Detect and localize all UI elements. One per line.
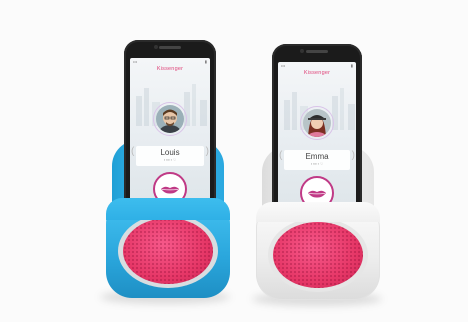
right-contact-card: Emma ▪ ▪▪▪ ▪ ♡ (284, 150, 350, 170)
left-lips-icon (161, 186, 179, 194)
right-base-front-lip (256, 202, 380, 222)
left-phone-screen: ••• ▮ Kissenger ( ) Louis ▪ ▪▪▪ ▪ ♡ (130, 58, 210, 202)
left-speaker-pad (123, 218, 213, 284)
left-contact-name: Louis (160, 148, 180, 157)
product-photo: ••• ▮ Kissenger ( ) Louis ▪ ▪▪▪ ▪ ♡ ••• … (0, 0, 468, 322)
right-prev-chevron-icon[interactable]: ( (279, 150, 282, 161)
left-contact-avatar (156, 105, 184, 133)
right-phone-screen: ••• ▮ Kissenger ( ) Emma ▪ ▪▪▪ ▪ ♡ (278, 62, 356, 206)
left-contact-card: Louis ▪ ▪▪▪ ▪ ♡ (136, 146, 204, 166)
left-app-title: Kissenger (156, 66, 184, 72)
left-next-chevron-icon[interactable]: ) (206, 146, 209, 157)
right-phone: ••• ▮ Kissenger ( ) Emma ▪ ▪▪▪ ▪ ♡ (272, 44, 362, 220)
right-contact-name: Emma (305, 152, 329, 161)
left-prev-chevron-icon[interactable]: ( (131, 146, 134, 157)
right-next-chevron-icon[interactable]: ) (352, 150, 355, 161)
left-base-front-lip (106, 198, 230, 220)
right-lips-icon (308, 190, 326, 198)
right-app-title: Kissenger (303, 70, 331, 76)
left-phone: ••• ▮ Kissenger ( ) Louis ▪ ▪▪▪ ▪ ♡ (124, 40, 216, 216)
right-contact-avatar (303, 109, 331, 137)
right-speaker-pad (273, 222, 363, 288)
